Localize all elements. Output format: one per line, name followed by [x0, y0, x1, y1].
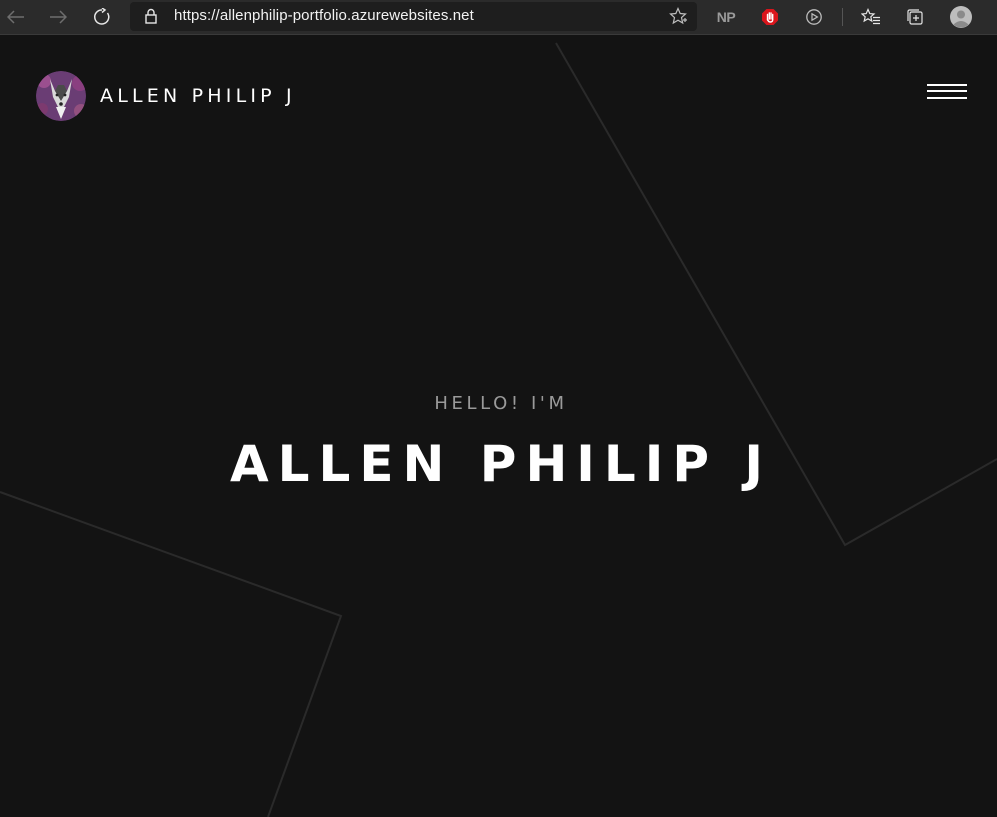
- np-extension-label: NP: [716, 9, 736, 25]
- star-icon: [669, 7, 687, 25]
- avatar: [36, 71, 86, 121]
- collections-button[interactable]: [901, 4, 929, 30]
- favorites-icon: [861, 8, 880, 25]
- back-button[interactable]: [2, 4, 30, 30]
- hamburger-line: [927, 84, 967, 86]
- back-arrow-icon: [7, 10, 24, 24]
- hamburger-line: [927, 90, 967, 92]
- forward-button[interactable]: [44, 4, 72, 30]
- brand-name[interactable]: ALLEN PHILIP J: [100, 85, 296, 107]
- menu-button[interactable]: [927, 84, 967, 102]
- profile-icon: [950, 6, 972, 28]
- add-favorite-button[interactable]: [669, 7, 687, 29]
- browser-toolbar: https://allenphilip-portfolio.azurewebsi…: [0, 0, 997, 35]
- refresh-button[interactable]: [88, 4, 116, 30]
- portfolio-page: ALLEN PHILIP J HELLO! I'M ALLEN PHILIP J: [0, 35, 997, 817]
- hamburger-line: [927, 97, 967, 99]
- profile-button[interactable]: [947, 4, 975, 30]
- address-bar[interactable]: https://allenphilip-portfolio.azurewebsi…: [130, 2, 697, 31]
- np-extension-button[interactable]: NP: [712, 4, 740, 30]
- hero-greeting: HELLO! I'M: [434, 393, 568, 414]
- site-brand[interactable]: ALLEN PHILIP J: [36, 71, 296, 121]
- lock-icon[interactable]: [144, 8, 158, 28]
- media-icon: [806, 9, 822, 25]
- stop-extension-button[interactable]: [756, 4, 784, 30]
- stop-hand-icon: [762, 9, 778, 25]
- toolbar-divider: [842, 8, 843, 26]
- url-text[interactable]: https://allenphilip-portfolio.azurewebsi…: [174, 7, 474, 24]
- favorites-button[interactable]: [857, 4, 885, 30]
- collections-icon: [907, 9, 923, 25]
- background-decoration: [0, 42, 997, 817]
- refresh-icon: [94, 8, 110, 25]
- forward-arrow-icon: [50, 10, 67, 24]
- hero-title: ALLEN PHILIP J: [229, 435, 773, 493]
- media-extension-button[interactable]: [800, 4, 828, 30]
